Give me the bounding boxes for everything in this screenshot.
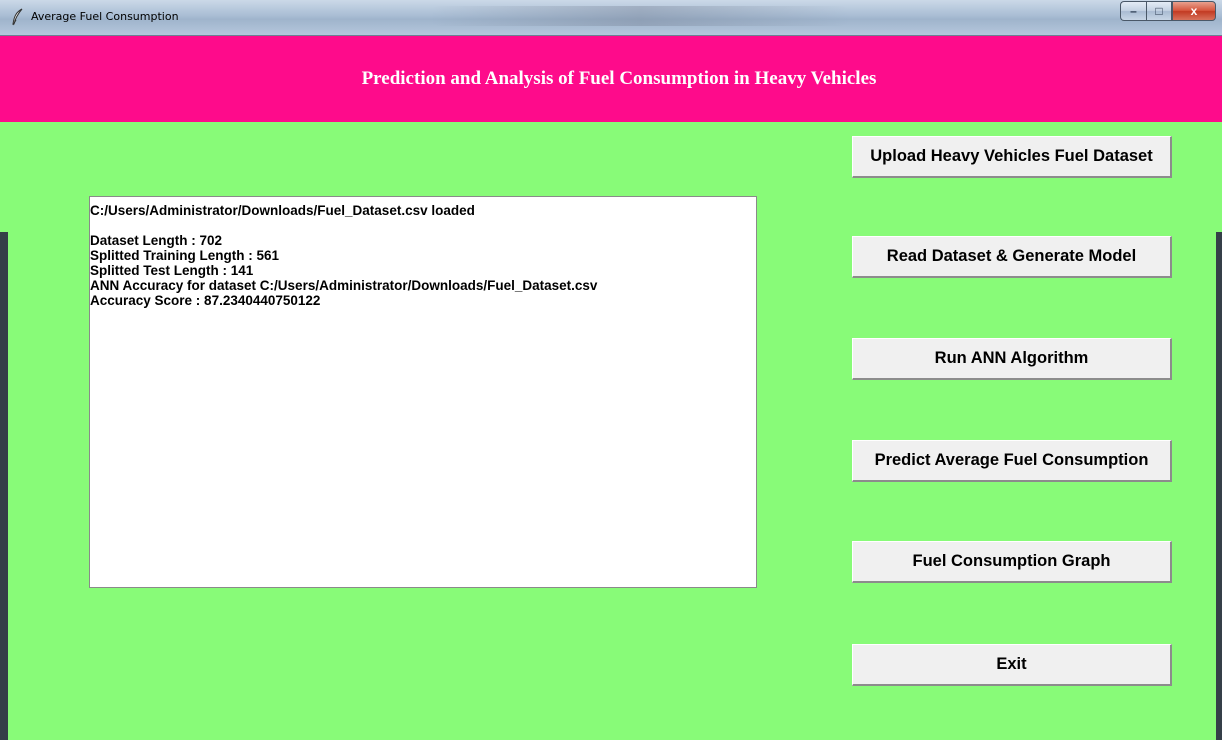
close-icon: x: [1190, 4, 1198, 18]
fuel-graph-button[interactable]: Fuel Consumption Graph: [852, 541, 1172, 583]
output-line: Splitted Test Length : 141: [90, 263, 254, 278]
generate-model-button[interactable]: Read Dataset & Generate Model: [852, 236, 1172, 278]
window-title: Average Fuel Consumption: [31, 10, 179, 23]
exit-button[interactable]: Exit: [852, 644, 1172, 686]
output-line: Splitted Training Length : 561: [90, 248, 280, 263]
output-line: C:/Users/Administrator/Downloads/Fuel_Da…: [90, 203, 475, 218]
window-frame-left: [0, 232, 8, 740]
header-banner: Prediction and Analysis of Fuel Consumpt…: [0, 36, 1222, 122]
window-controls: – □ x: [1120, 1, 1216, 21]
close-button[interactable]: x: [1172, 1, 1216, 21]
feather-icon[interactable]: [10, 8, 26, 26]
output-line: ANN Accuracy for dataset C:/Users/Admini…: [90, 278, 598, 293]
output-text-area[interactable]: C:/Users/Administrator/Downloads/Fuel_Da…: [89, 196, 757, 588]
app-window: Average Fuel Consumption – □ x Predictio…: [0, 0, 1222, 740]
maximize-button[interactable]: □: [1146, 1, 1172, 21]
page-title: Prediction and Analysis of Fuel Consumpt…: [361, 68, 877, 89]
maximize-icon: □: [1155, 4, 1163, 18]
title-bar-blur: [430, 6, 850, 26]
output-blank-line: [90, 218, 756, 233]
output-line: Accuracy Score : 87.2340440750122: [90, 293, 321, 308]
output-line: Dataset Length : 702: [90, 233, 223, 248]
predict-fuel-button[interactable]: Predict Average Fuel Consumption: [852, 440, 1172, 482]
upload-dataset-button[interactable]: Upload Heavy Vehicles Fuel Dataset: [852, 136, 1172, 178]
minimize-icon: –: [1130, 4, 1137, 18]
window-frame-right: [1216, 232, 1222, 740]
minimize-button[interactable]: –: [1120, 1, 1146, 21]
title-bar[interactable]: Average Fuel Consumption – □ x: [0, 0, 1222, 36]
run-ann-button[interactable]: Run ANN Algorithm: [852, 338, 1172, 380]
